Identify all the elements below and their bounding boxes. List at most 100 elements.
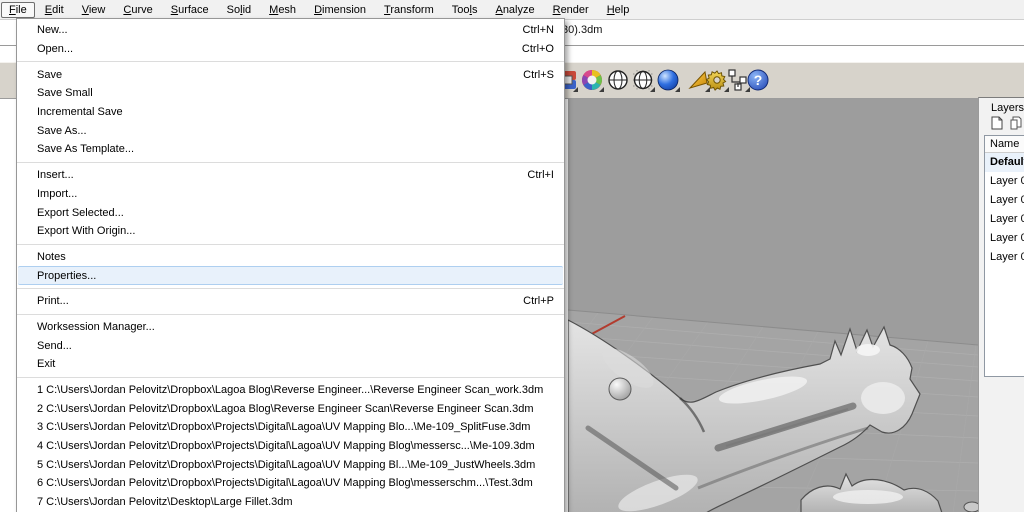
new-layer-icon[interactable] [991, 116, 1003, 133]
file-menu-item-recent-file-7[interactable]: 7 C:\Users\Jordan Pelovitz\Desktop\Large… [17, 493, 564, 512]
file-menu-item-exit[interactable]: Exit [17, 355, 564, 374]
file-menu-item-save-as[interactable]: Save As... [17, 121, 564, 140]
file-menu-item-notes[interactable]: Notes [17, 248, 564, 267]
file-menu-item-recent-file-2[interactable]: 2 C:\Users\Jordan Pelovitz\Dropbox\Lagoa… [17, 399, 564, 418]
menu-edit[interactable]: Edit [37, 2, 72, 18]
file-menu-item-new[interactable]: New...Ctrl+N [17, 21, 564, 40]
command-history-text: 30).3dm [562, 24, 602, 36]
menu-solid[interactable]: Solid [219, 2, 259, 18]
menu-item-label: Properties... [37, 270, 554, 282]
layer-row-layer-03[interactable]: Layer 03 [985, 210, 1024, 229]
menu-item-label: Save Small [37, 87, 554, 99]
file-menu-item-save-small[interactable]: Save Small [17, 84, 564, 103]
menu-item-label: 6 C:\Users\Jordan Pelovitz\Dropbox\Proje… [37, 477, 554, 489]
layers-list: Name DefaultLayer 01Layer 02Layer 03Laye… [984, 135, 1024, 377]
menu-item-label: Export With Origin... [37, 225, 554, 237]
menu-item-label: Save As Template... [37, 143, 554, 155]
layer-row-layer-04[interactable]: Layer 04 [985, 229, 1024, 248]
menu-curve[interactable]: Curve [115, 2, 160, 18]
help-icon[interactable]: ? [746, 68, 770, 92]
file-menu-item-open[interactable]: Open...Ctrl+O [17, 40, 564, 59]
svg-text:?: ? [754, 72, 763, 88]
shaded-sphere-icon[interactable] [656, 68, 680, 92]
menu-item-label: Save [37, 69, 523, 81]
file-menu-item-export-with-origin[interactable]: Export With Origin... [17, 222, 564, 241]
file-menu-item-recent-file-1[interactable]: 1 C:\Users\Jordan Pelovitz\Dropbox\Lagoa… [17, 381, 564, 400]
file-menu-item-import[interactable]: Import... [17, 185, 564, 204]
menu-item-label: Send... [37, 340, 554, 352]
menu-render[interactable]: Render [545, 2, 597, 18]
menu-item-label: 2 C:\Users\Jordan Pelovitz\Dropbox\Lagoa… [37, 403, 554, 415]
new-sublayer-icon[interactable] [1010, 116, 1022, 133]
menu-dimension[interactable]: Dimension [306, 2, 374, 18]
menu-separator [17, 288, 564, 289]
layer-row-layer-05[interactable]: Layer 05 [985, 248, 1024, 267]
menu-transform[interactable]: Transform [376, 2, 442, 18]
color-wheel-icon[interactable] [580, 68, 604, 92]
layers-column-name[interactable]: Name [985, 136, 1024, 153]
flyout-indicator [573, 87, 578, 92]
menu-item-label: Exit [37, 358, 554, 370]
menu-item-shortcut: Ctrl+P [523, 295, 554, 307]
wireframe-sphere-icon[interactable] [606, 68, 630, 92]
file-menu-item-save[interactable]: SaveCtrl+S [17, 65, 564, 84]
file-menu-item-worksession-manager[interactable]: Worksession Manager... [17, 318, 564, 337]
menu-item-label: 1 C:\Users\Jordan Pelovitz\Dropbox\Lagoa… [37, 384, 554, 396]
menu-file[interactable]: File [1, 2, 35, 18]
menu-help[interactable]: Help [599, 2, 638, 18]
perspective-viewport[interactable] [568, 97, 978, 512]
layers-panel-toolbar [991, 116, 1022, 133]
file-menu-item-recent-file-3[interactable]: 3 C:\Users\Jordan Pelovitz\Dropbox\Proje… [17, 418, 564, 437]
menu-item-label: 5 C:\Users\Jordan Pelovitz\Dropbox\Proje… [37, 459, 554, 471]
viewport-canvas [568, 98, 978, 512]
menu-item-label: New... [37, 24, 523, 36]
layers-panel-title: Layers [991, 102, 1024, 114]
menu-item-label: Incremental Save [37, 106, 554, 118]
file-menu-item-save-as-template[interactable]: Save As Template... [17, 140, 564, 159]
layer-row-default[interactable]: Default [985, 153, 1024, 172]
menu-separator [17, 314, 564, 315]
file-menu-item-properties[interactable]: Properties... [18, 266, 563, 285]
menu-item-label: 4 C:\Users\Jordan Pelovitz\Dropbox\Proje… [37, 440, 554, 452]
menu-separator [17, 244, 564, 245]
menu-item-label: Notes [37, 251, 554, 263]
menu-item-label: Export Selected... [37, 207, 554, 219]
menu-item-shortcut: Ctrl+O [522, 43, 554, 55]
mesh-bolt-dome [609, 378, 631, 400]
flyout-indicator [599, 87, 604, 92]
flyout-indicator [675, 87, 680, 92]
menu-item-label: Save As... [37, 125, 554, 137]
file-menu-item-insert[interactable]: Insert...Ctrl+I [17, 166, 564, 185]
menu-separator [17, 377, 564, 378]
menu-item-label: Worksession Manager... [37, 321, 554, 333]
menu-item-shortcut: Ctrl+S [523, 69, 554, 81]
menu-mesh[interactable]: Mesh [261, 2, 304, 18]
file-menu-item-send[interactable]: Send... [17, 336, 564, 355]
app-window: FileEditViewCurveSurfaceSolidMeshDimensi… [0, 0, 1024, 512]
menu-analyze[interactable]: Analyze [487, 2, 542, 18]
menubar: FileEditViewCurveSurfaceSolidMeshDimensi… [0, 0, 1024, 20]
file-menu-item-export-selected[interactable]: Export Selected... [17, 203, 564, 222]
menu-item-label: Insert... [37, 169, 527, 181]
gridded-sphere-icon[interactable] [631, 68, 655, 92]
menu-item-label: Open... [37, 43, 522, 55]
menu-view[interactable]: View [74, 2, 114, 18]
file-menu-item-recent-file-6[interactable]: 6 C:\Users\Jordan Pelovitz\Dropbox\Proje… [17, 474, 564, 493]
layer-row-layer-01[interactable]: Layer 01 [985, 172, 1024, 191]
file-menu-item-print[interactable]: Print...Ctrl+P [17, 292, 564, 311]
layers-panel: Layers Name DefaultLayer 01Layer 02Layer… [978, 97, 1024, 512]
menu-item-label: Print... [37, 295, 523, 307]
menu-item-label: 3 C:\Users\Jordan Pelovitz\Dropbox\Proje… [37, 421, 554, 433]
layer-row-layer-02[interactable]: Layer 02 [985, 191, 1024, 210]
menu-surface[interactable]: Surface [163, 2, 217, 18]
file-menu-item-recent-file-5[interactable]: 5 C:\Users\Jordan Pelovitz\Dropbox\Proje… [17, 455, 564, 474]
file-menu-item-incremental-save[interactable]: Incremental Save [17, 103, 564, 122]
menu-tools[interactable]: Tools [444, 2, 486, 18]
flyout-indicator [650, 87, 655, 92]
menu-item-label: Import... [37, 188, 554, 200]
menu-item-shortcut: Ctrl+I [527, 169, 554, 181]
file-menu: New...Ctrl+NOpen...Ctrl+OSaveCtrl+SSave … [16, 18, 565, 512]
file-menu-item-recent-file-4[interactable]: 4 C:\Users\Jordan Pelovitz\Dropbox\Proje… [17, 437, 564, 456]
menu-separator [17, 61, 564, 62]
menu-separator [17, 162, 564, 163]
